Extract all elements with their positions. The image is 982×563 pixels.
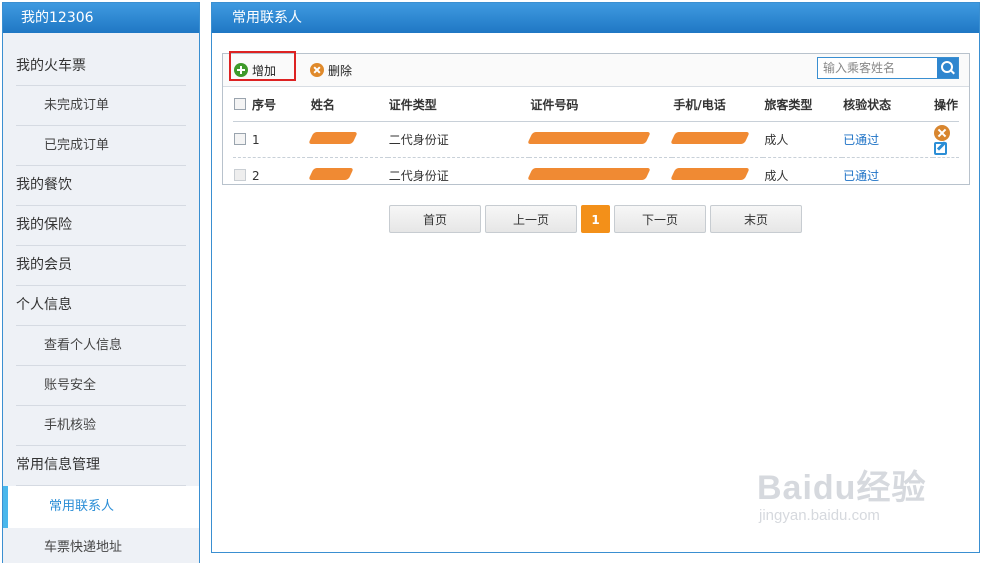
status-cell: 已通过 (842, 158, 933, 194)
redacted-id-number (527, 132, 652, 144)
name-cell (308, 121, 388, 158)
add-button-label: 增加 (252, 63, 277, 78)
sidebar-item-my-catering[interactable]: 我的餐饮 (16, 166, 186, 206)
select-all-checkbox[interactable] (234, 97, 246, 110)
sidebar-item-phone-verification[interactable]: 手机核验 (16, 406, 186, 446)
sidebar-item-common-info[interactable]: 常用信息管理 (16, 446, 186, 486)
col-name: 姓名 (309, 87, 388, 122)
sidebar-item-contacts[interactable]: 常用联系人 (3, 486, 199, 528)
sidebar-item-delivery-address[interactable]: 车票快递地址 (16, 528, 186, 563)
col-id-type: 证件类型 (387, 87, 530, 122)
delete-button-label: 删除 (328, 63, 353, 78)
redacted-name (308, 168, 354, 180)
status-link[interactable]: 已通过 (843, 133, 879, 147)
delete-button[interactable]: 删除 (310, 54, 352, 86)
toolbar: 增加 删除 (223, 51, 969, 87)
current-page-button[interactable]: 1 (581, 205, 610, 233)
row-checkbox[interactable] (234, 168, 246, 181)
delete-icon (310, 63, 324, 77)
row-checkbox[interactable] (234, 132, 246, 145)
sidebar: 我的12306 我的火车票 未完成订单 已完成订单 我的餐饮 我的保险 我的会员… (2, 2, 200, 563)
id-number-cell (527, 158, 672, 194)
search-icon[interactable] (937, 58, 958, 78)
sidebar-menu: 我的火车票 未完成订单 已完成订单 我的餐饮 我的保险 我的会员 个人信息 查看… (3, 33, 199, 563)
id-number-cell (527, 121, 673, 158)
redacted-phone (670, 168, 751, 180)
redacted-phone (670, 132, 751, 144)
contacts-panel: 常用联系人 增加 删除 序号 姓名 证件类型 (211, 2, 980, 553)
table-row: 2 二代身份证 成人 已通过 (233, 158, 959, 194)
col-id-number: 证件号码 (529, 87, 673, 122)
col-status: 核验状态 (842, 87, 933, 122)
search-input[interactable] (818, 58, 936, 78)
first-page-button[interactable]: 首页 (389, 205, 481, 233)
redacted-id-number (527, 168, 652, 180)
row-index-cell: 2 (233, 158, 310, 194)
status-cell: 已通过 (842, 121, 933, 158)
id-type-cell: 二代身份证 (387, 121, 530, 158)
col-actions: 操作 (933, 87, 959, 122)
plus-icon (234, 63, 248, 77)
passenger-type-cell: 成人 (763, 121, 843, 158)
phone-cell (670, 158, 763, 194)
col-phone: 手机/电话 (672, 87, 764, 122)
contacts-table-box: 增加 删除 序号 姓名 证件类型 证件号码 手机/电话 旅客类型 (222, 51, 970, 185)
edit-icon[interactable] (934, 141, 947, 155)
page-title: 常用联系人 (212, 3, 979, 33)
name-cell (308, 158, 388, 194)
table-row: 1 二代身份证 成人 已通过 (233, 121, 959, 158)
id-type-cell: 二代身份证 (388, 169, 449, 183)
table-header-row: 序号 姓名 证件类型 证件号码 手机/电话 旅客类型 核验状态 操作 (233, 87, 959, 122)
sidebar-item-my-membership[interactable]: 我的会员 (16, 246, 186, 286)
actions-cell (933, 121, 959, 158)
last-page-button[interactable]: 末页 (710, 205, 802, 233)
row-index-cell: 1 (233, 121, 310, 158)
prev-page-button[interactable]: 上一页 (485, 205, 577, 233)
actions-cell (933, 158, 959, 194)
sidebar-item-unfinished-orders[interactable]: 未完成订单 (16, 86, 186, 126)
sidebar-item-finished-orders[interactable]: 已完成订单 (16, 126, 186, 166)
contacts-table: 序号 姓名 证件类型 证件号码 手机/电话 旅客类型 核验状态 操作 1 二代身… (233, 87, 959, 193)
passenger-type-cell: 成人 (764, 169, 789, 183)
col-passenger-type: 旅客类型 (763, 87, 843, 122)
phone-cell (670, 121, 764, 158)
delete-contact-icon[interactable] (934, 124, 950, 141)
sidebar-item-my-insurance[interactable]: 我的保险 (16, 206, 186, 246)
sidebar-item-view-personal-info[interactable]: 查看个人信息 (16, 326, 186, 366)
add-button[interactable]: 增加 (234, 54, 276, 86)
next-page-button[interactable]: 下一页 (614, 205, 706, 233)
status-link[interactable]: 已通过 (843, 169, 879, 183)
sidebar-title: 我的12306 (3, 3, 199, 33)
sidebar-item-account-security[interactable]: 账号安全 (16, 366, 186, 406)
redacted-name (308, 132, 358, 144)
sidebar-item-personal-info[interactable]: 个人信息 (16, 286, 186, 326)
sidebar-item-my-tickets[interactable]: 我的火车票 (16, 39, 186, 86)
col-index: 序号 (233, 87, 310, 122)
search-box (817, 57, 959, 79)
